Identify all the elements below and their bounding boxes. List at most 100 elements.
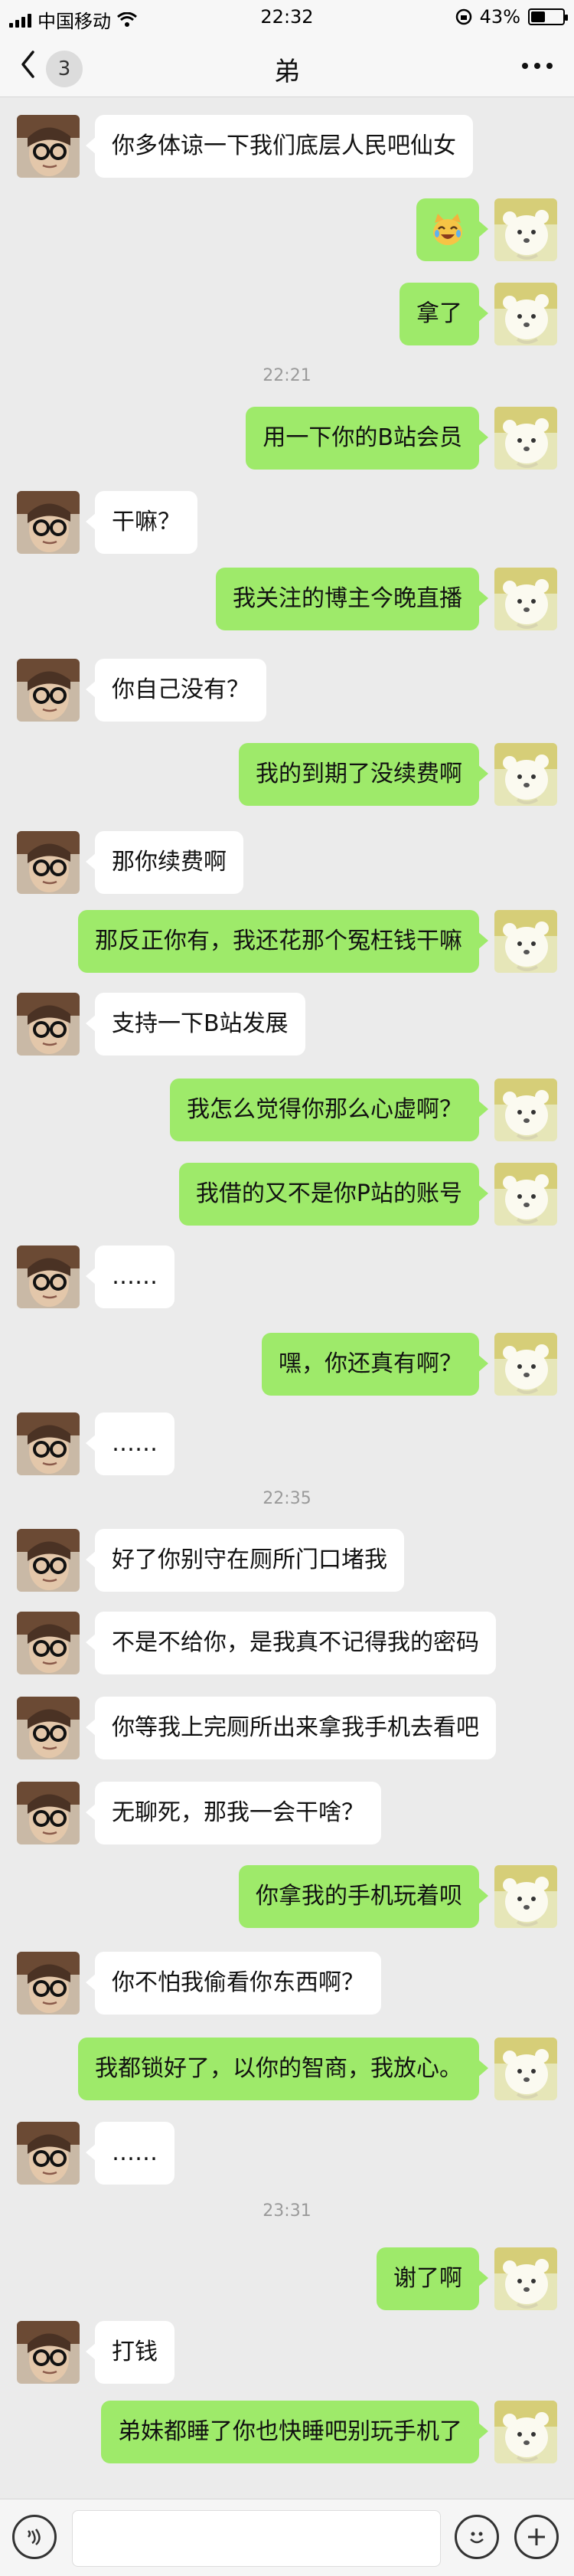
contact-avatar[interactable] xyxy=(17,1697,80,1759)
contact-avatar[interactable] xyxy=(17,1245,80,1308)
contact-avatar[interactable] xyxy=(17,659,80,722)
received-message-bubble[interactable]: 干嘛？ xyxy=(86,491,197,554)
contact-avatar[interactable] xyxy=(17,2122,80,2185)
message-text: 你自己没有？ xyxy=(112,676,249,703)
input-bar xyxy=(0,2499,574,2576)
message-text: 用一下你的B站会员 xyxy=(263,424,462,451)
contact-avatar[interactable] xyxy=(17,115,80,178)
user-avatar[interactable] xyxy=(494,568,557,630)
plus-icon[interactable] xyxy=(514,2515,559,2559)
message-text: 你不怕我偷看你东西啊？ xyxy=(112,1969,364,1996)
sent-message-bubble[interactable]: 我的到期了没续费啊 xyxy=(239,743,488,806)
message-text: 你拿我的手机玩着呗 xyxy=(256,1883,462,1910)
sticker-bubble[interactable] xyxy=(416,198,488,261)
battery-percent: 43% xyxy=(479,6,520,28)
message-text: 嘿，你还真有啊？ xyxy=(279,1350,462,1377)
user-avatar[interactable] xyxy=(494,198,557,261)
received-message-bubble[interactable]: 你不怕我偷看你东西啊？ xyxy=(86,1952,381,2015)
received-message-bubble[interactable]: 你等我上完厕所出来拿我手机去看吧 xyxy=(86,1697,496,1759)
carrier-area: 中国移动 xyxy=(9,6,137,33)
message-text: 我的到期了没续费啊 xyxy=(256,761,462,787)
sent-message-bubble[interactable]: 我怎么觉得你那么心虚啊？ xyxy=(170,1079,488,1141)
received-message-bubble[interactable]: 那你续费啊 xyxy=(86,831,243,894)
status-time: 22:32 xyxy=(260,6,314,28)
message-text: 你等我上完厕所出来拿我手机去看吧 xyxy=(112,1714,479,1741)
message-text: 我借的又不是你P站的账号 xyxy=(195,1180,462,1207)
message-text: 我怎么觉得你那么心虚啊？ xyxy=(187,1096,462,1123)
message-text: …… xyxy=(112,1430,158,1457)
more-icon[interactable] xyxy=(522,63,553,69)
received-message-bubble[interactable]: …… xyxy=(86,2122,174,2185)
message-text: 不是不给你，是我真不记得我的密码 xyxy=(112,1629,479,1656)
sent-message-bubble[interactable]: 我关注的博主今晚直播 xyxy=(216,568,488,630)
sent-message-bubble[interactable]: 拿了 xyxy=(400,283,488,345)
battery-icon xyxy=(528,8,568,25)
timestamp: 22:35 xyxy=(263,1489,311,1508)
chat-title: 弟 xyxy=(274,57,300,87)
message-text: 打钱 xyxy=(112,2339,158,2365)
user-avatar[interactable] xyxy=(494,1163,557,1226)
message-text: 我关注的博主今晚直播 xyxy=(233,585,462,612)
message-text: 干嘛？ xyxy=(112,509,181,535)
contact-avatar[interactable] xyxy=(17,1782,80,1844)
message-text: 那反正你有，我还花那个冤枉钱干嘛 xyxy=(95,928,462,954)
message-text: 谢了啊 xyxy=(393,2265,462,2292)
received-message-bubble[interactable]: 你自己没有？ xyxy=(86,659,266,722)
user-avatar[interactable] xyxy=(494,2401,557,2463)
contact-avatar[interactable] xyxy=(17,993,80,1056)
received-message-bubble[interactable]: 不是不给你，是我真不记得我的密码 xyxy=(86,1612,496,1674)
received-message-bubble[interactable]: …… xyxy=(86,1245,174,1308)
sent-message-bubble[interactable]: 谢了啊 xyxy=(377,2247,488,2310)
user-avatar[interactable] xyxy=(494,2038,557,2100)
received-message-bubble[interactable]: 好了你别守在厕所门口堵我 xyxy=(86,1529,404,1592)
contact-avatar[interactable] xyxy=(17,1412,80,1475)
message-text: 无聊死，那我一会干啥？ xyxy=(112,1799,364,1826)
contact-avatar[interactable] xyxy=(17,491,80,554)
user-avatar[interactable] xyxy=(494,1333,557,1396)
received-message-bubble[interactable]: 支持一下B站发展 xyxy=(86,993,305,1056)
user-avatar[interactable] xyxy=(494,910,557,973)
message-input[interactable] xyxy=(72,2510,441,2567)
sent-message-bubble[interactable]: 我都锁好了，以你的智商，我放心。 xyxy=(78,2038,488,2100)
sent-message-bubble[interactable]: 我借的又不是你P站的账号 xyxy=(178,1163,489,1226)
user-avatar[interactable] xyxy=(494,1865,557,1928)
status-bar: 中国移动 22:32 43% xyxy=(0,0,574,34)
message-text: 支持一下B站发展 xyxy=(112,1010,289,1037)
sent-message-bubble[interactable]: 用一下你的B站会员 xyxy=(246,407,488,470)
voice-icon[interactable] xyxy=(12,2515,57,2559)
user-avatar[interactable] xyxy=(494,407,557,470)
message-text: 拿了 xyxy=(416,300,462,327)
battery-area: 43% xyxy=(455,6,568,28)
sent-message-bubble[interactable]: 弟妹都睡了你也快睡吧别玩手机了 xyxy=(101,2401,488,2463)
sent-message-bubble[interactable]: 你拿我的手机玩着呗 xyxy=(239,1865,488,1928)
user-avatar[interactable] xyxy=(494,1079,557,1141)
received-message-bubble[interactable]: 无聊死，那我一会干啥？ xyxy=(86,1782,381,1844)
emoji-icon[interactable] xyxy=(455,2515,499,2559)
user-avatar[interactable] xyxy=(494,743,557,806)
carrier-label: 中国移动 xyxy=(38,11,111,32)
received-message-bubble[interactable]: …… xyxy=(86,1412,174,1475)
message-text: …… xyxy=(112,1263,158,1290)
message-text: 弟妹都睡了你也快睡吧别玩手机了 xyxy=(118,2418,462,2445)
contact-avatar[interactable] xyxy=(17,1952,80,2015)
sent-message-bubble[interactable]: 嘿，你还真有啊？ xyxy=(262,1333,488,1396)
message-text: 那你续费啊 xyxy=(112,849,227,876)
message-text: …… xyxy=(112,2139,158,2166)
nav-bar: 3 弟 xyxy=(0,34,574,97)
received-message-bubble[interactable]: 你多体谅一下我们底层人民吧仙女 xyxy=(86,115,473,178)
contact-avatar[interactable] xyxy=(17,831,80,894)
message-text: 我都锁好了，以你的智商，我放心。 xyxy=(95,2055,462,2082)
contact-avatar[interactable] xyxy=(17,1612,80,1674)
received-message-bubble[interactable]: 打钱 xyxy=(86,2321,174,2384)
sent-message-bubble[interactable]: 那反正你有，我还花那个冤枉钱干嘛 xyxy=(78,910,488,973)
user-avatar[interactable] xyxy=(494,283,557,345)
contact-avatar[interactable] xyxy=(17,1529,80,1592)
wifi-icon xyxy=(117,11,137,27)
timestamp: 22:21 xyxy=(263,366,311,385)
signal-icon xyxy=(9,12,31,28)
contact-avatar[interactable] xyxy=(17,2321,80,2384)
message-text: 你多体谅一下我们底层人民吧仙女 xyxy=(112,133,456,159)
user-avatar[interactable] xyxy=(494,2247,557,2310)
laughing-cat-emoji-icon xyxy=(433,214,462,245)
rotation-lock-icon xyxy=(455,8,471,25)
